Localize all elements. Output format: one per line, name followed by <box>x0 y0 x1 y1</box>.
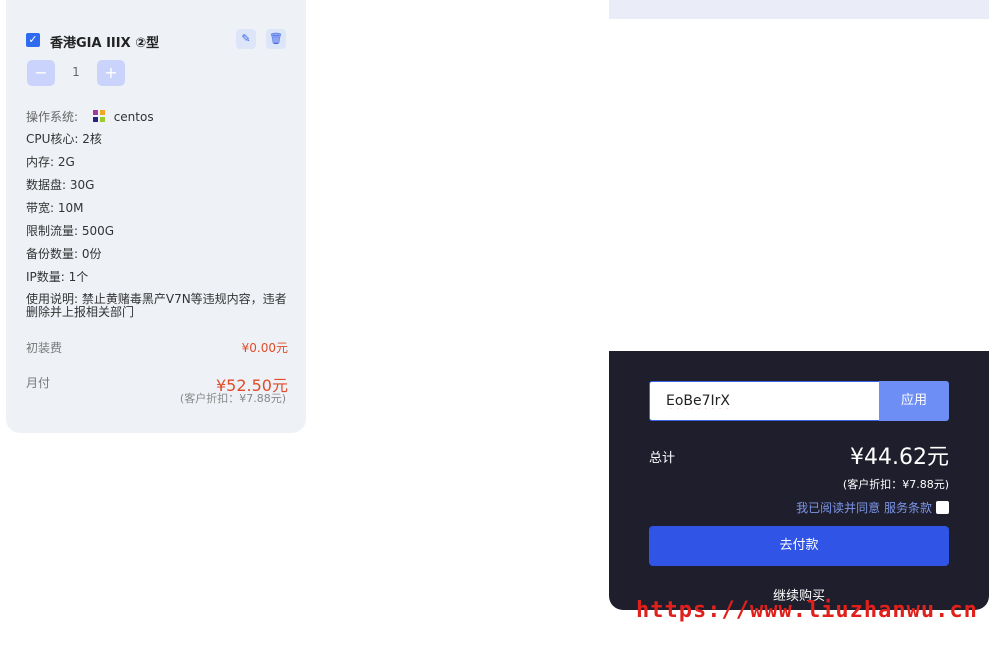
setup-fee-value: ¥0.00元 <box>241 341 288 355</box>
setup-fee-label: 初装费 <box>26 341 63 355</box>
spec-os: 操作系统: centos <box>26 109 154 124</box>
quantity-stepper: − 1 + <box>26 60 136 86</box>
spec-memory: 内存: 2G <box>26 155 75 169</box>
centos-icon <box>92 110 105 122</box>
checkout-panel: 应用 总计 ¥44.62元 (客户折扣：¥7.88元) 我已阅读并同意 服务条款… <box>609 0 989 610</box>
decrease-button[interactable]: − <box>27 60 55 86</box>
total-value: ¥44.62元 <box>850 445 949 470</box>
spec-ip: IP数量: 1个 <box>26 270 89 284</box>
order-summary: 应用 总计 ¥44.62元 (客户折扣：¥7.88元) 我已阅读并同意 服务条款… <box>609 351 989 610</box>
product-card: ✓ 香港GIA IIIX ②型 ✎ 🗑 − 1 + 操作系统: centos C… <box>6 0 306 433</box>
monthly-fee-label: 月付 <box>26 376 51 390</box>
product-name: 香港GIA IIIX ②型 <box>50 36 160 51</box>
quantity-value[interactable]: 1 <box>66 65 86 79</box>
spec-usage-note: 使用说明: 禁止黄赌毒黑产V7N等违规内容，违者删除并上报相关部门 <box>26 292 287 319</box>
increase-button[interactable]: + <box>97 60 125 86</box>
product-select-checkbox[interactable]: ✓ <box>26 33 40 47</box>
terms-link[interactable]: 我已阅读并同意 服务条款 <box>796 501 932 515</box>
edit-icon[interactable]: ✎ <box>236 29 256 49</box>
total-label: 总计 <box>649 451 676 466</box>
terms-agreement: 我已阅读并同意 服务条款 <box>796 499 949 516</box>
spec-disk: 数据盘: 30G <box>26 178 95 192</box>
total-discount: (客户折扣：¥7.88元) <box>842 478 949 491</box>
spec-cpu: CPU核心: 2核 <box>26 132 102 146</box>
spec-os-value: centos <box>113 110 154 124</box>
trash-icon[interactable]: 🗑 <box>266 29 286 49</box>
panel-header-strip <box>609 0 989 19</box>
coupon-input[interactable] <box>649 381 881 421</box>
apply-coupon-button[interactable]: 应用 <box>879 381 949 421</box>
terms-checkbox[interactable] <box>936 501 949 514</box>
product-header: ✓ 香港GIA IIIX ②型 ✎ 🗑 <box>26 29 288 52</box>
monthly-discount-note: (客户折扣：¥7.88元) <box>179 392 286 405</box>
pay-button[interactable]: 去付款 <box>649 526 949 566</box>
watermark: https://www.liuzhanwu.cn <box>636 598 978 623</box>
spec-backup: 备份数量: 0份 <box>26 247 102 261</box>
spec-bandwidth: 带宽: 10M <box>26 201 84 215</box>
spec-traffic: 限制流量: 500G <box>26 224 115 238</box>
spec-os-label: 操作系统: <box>26 110 79 124</box>
